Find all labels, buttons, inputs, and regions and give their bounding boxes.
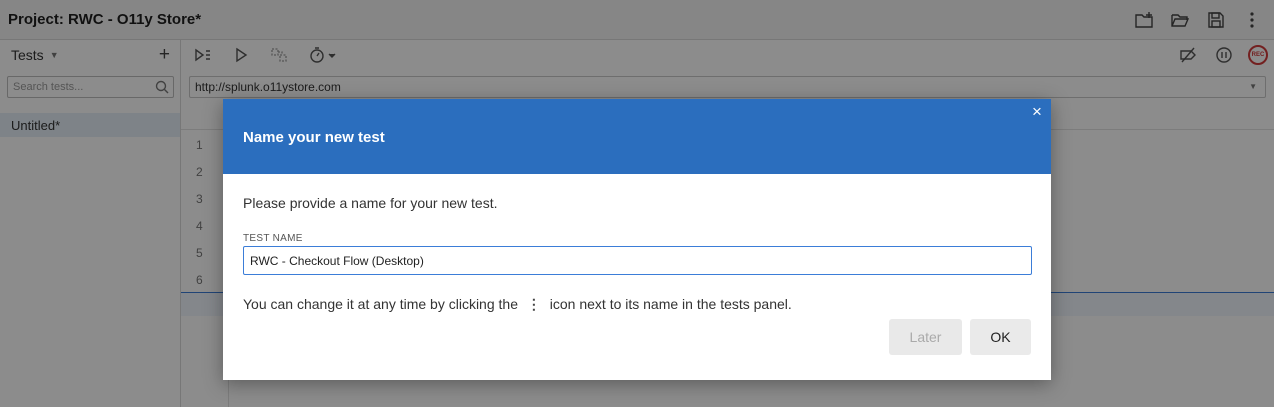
name-test-dialog: Name your new test × Please provide a na… (223, 99, 1051, 380)
dialog-prompt: Please provide a name for your new test. (243, 195, 498, 211)
close-icon[interactable]: × (1028, 103, 1046, 122)
dialog-title: Name your new test (243, 129, 385, 146)
hint-text-after: icon next to its name in the tests panel… (549, 296, 792, 312)
dialog-header: Name your new test × (223, 99, 1051, 174)
test-name-input[interactable] (243, 246, 1032, 275)
dialog-hint: You can change it at any time by clickin… (243, 296, 792, 313)
hint-text-before: You can change it at any time by clickin… (243, 296, 518, 312)
ok-button[interactable]: OK (970, 319, 1031, 355)
more-vert-icon: ⋮ (526, 296, 541, 312)
later-button[interactable]: Later (889, 319, 962, 355)
test-name-label: TEST NAME (243, 233, 303, 244)
